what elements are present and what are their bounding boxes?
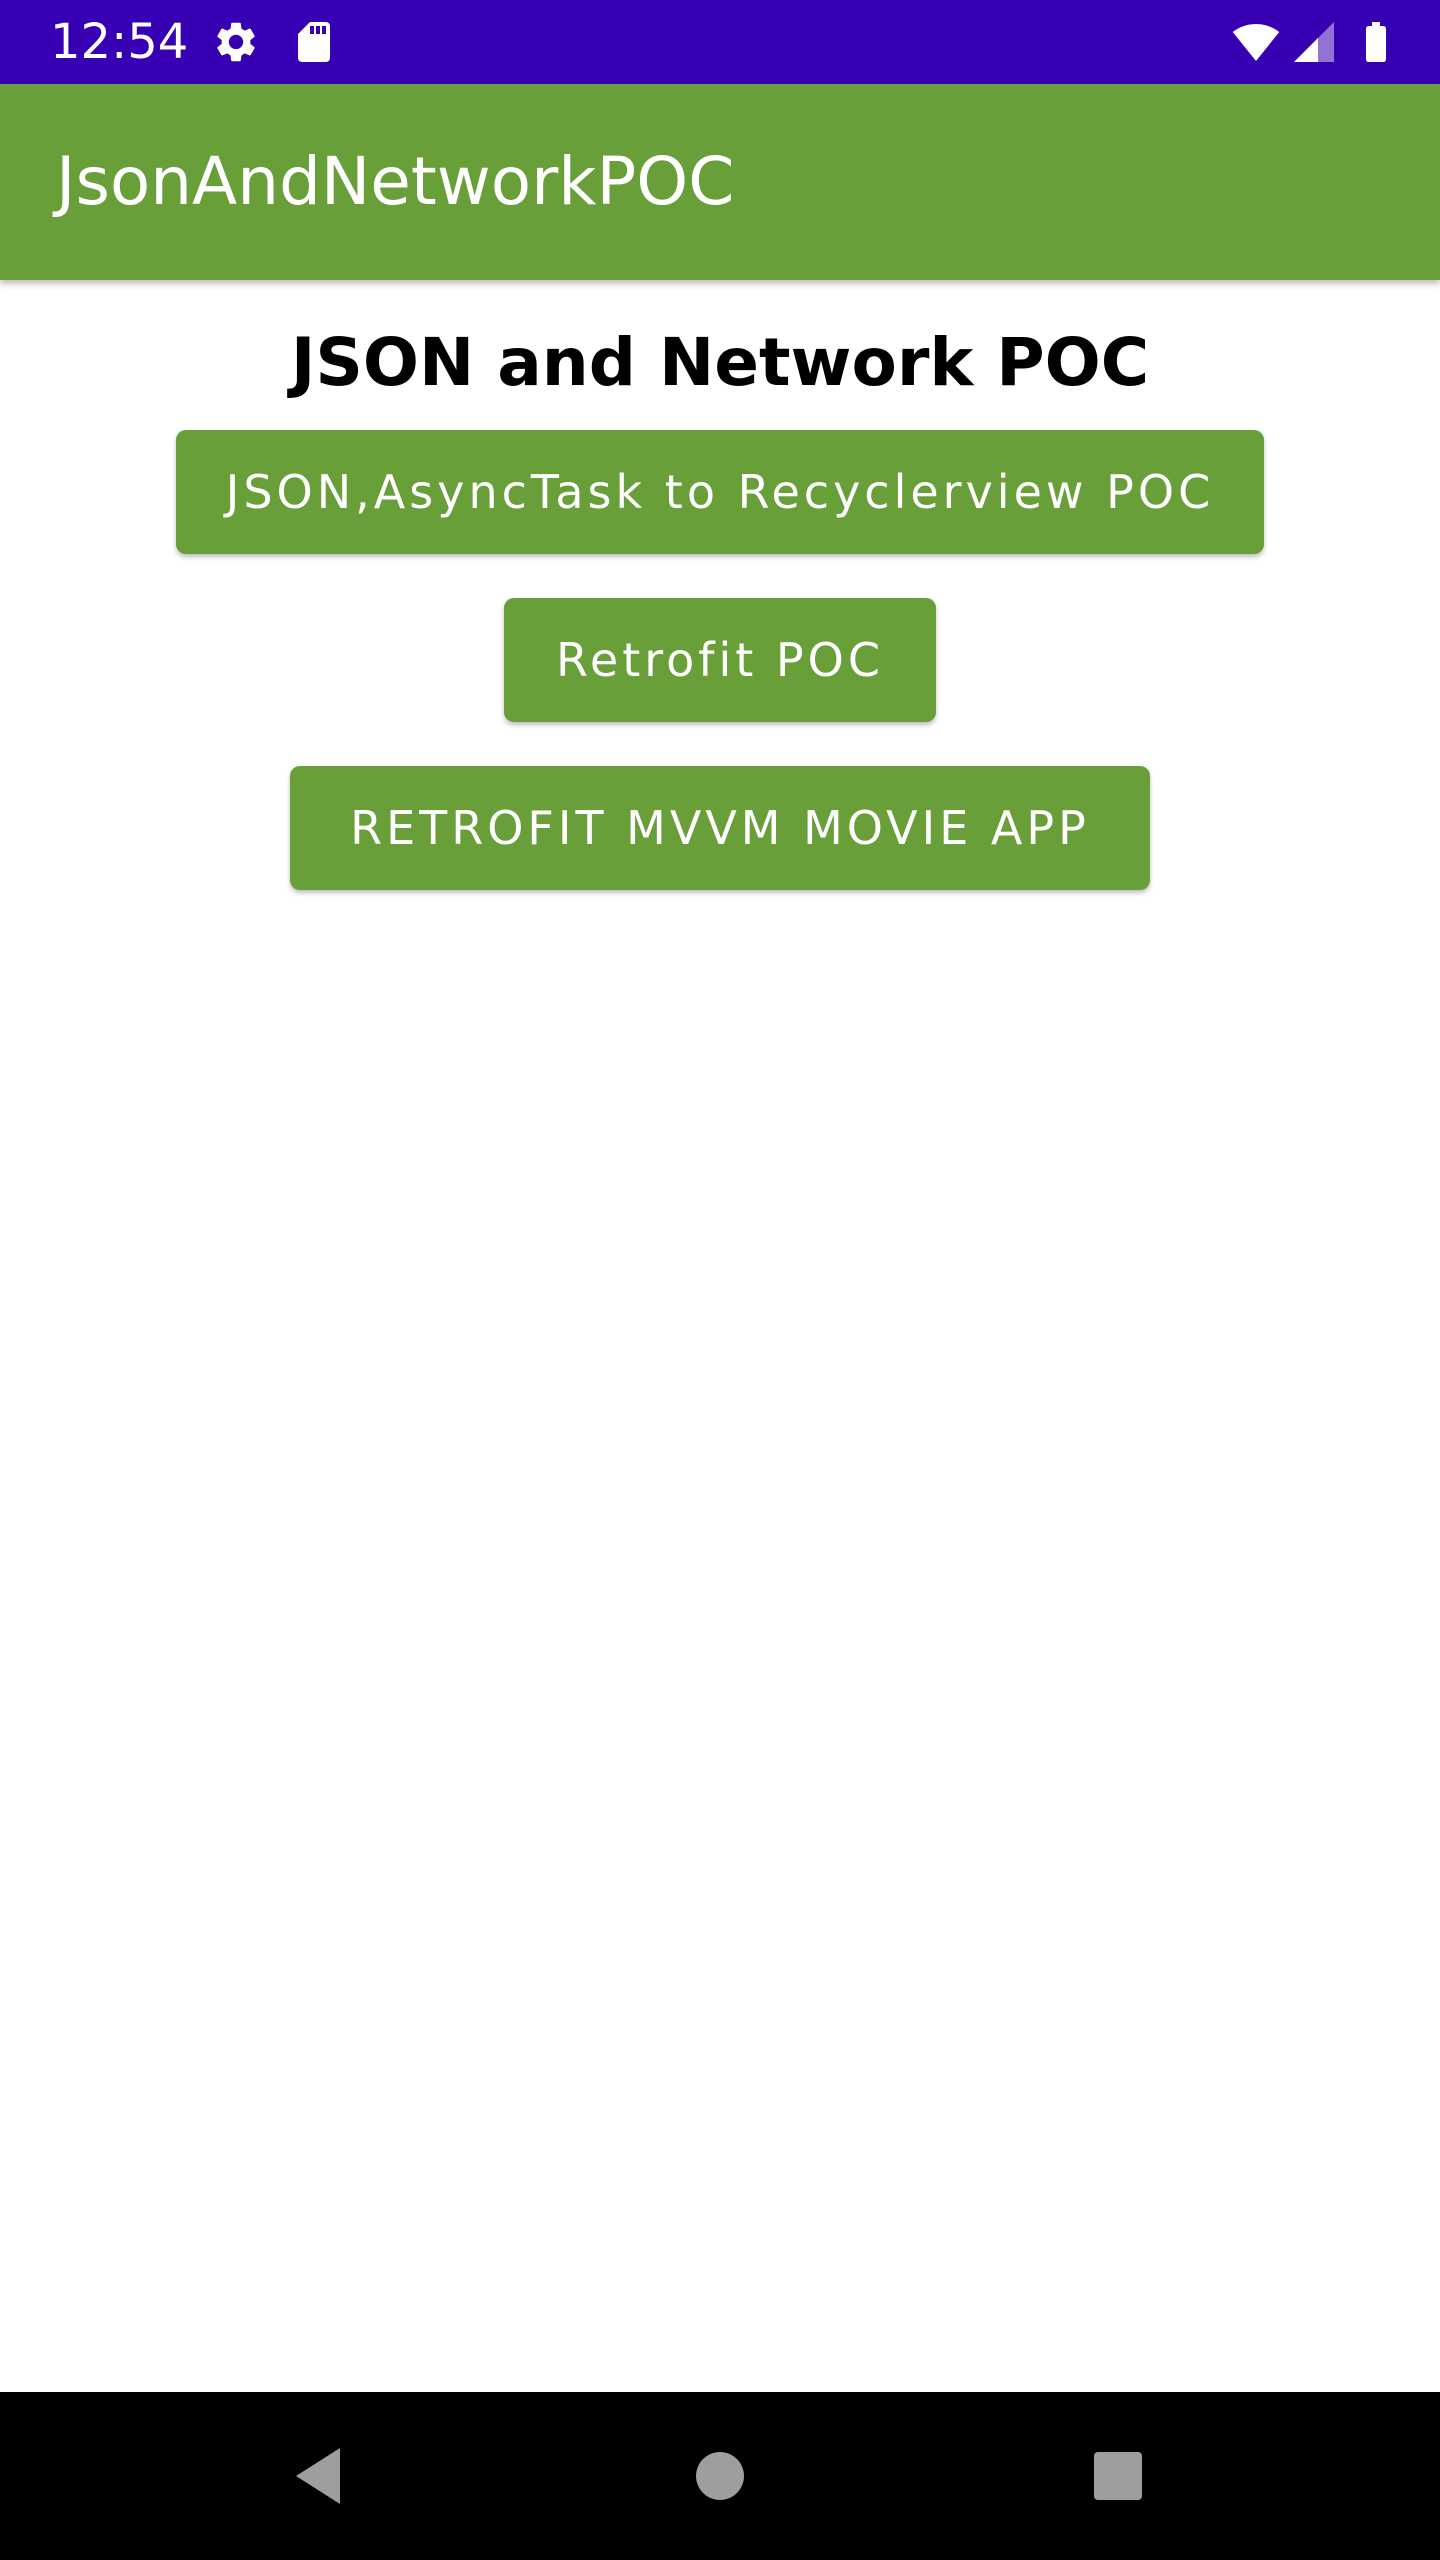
navigation-bar: [0, 2392, 1440, 2560]
page-heading: JSON and Network POC: [290, 324, 1150, 401]
battery-icon: [1366, 22, 1386, 62]
retrofit-mvvm-movie-app-button-label: RETROFIT MVVM MOVIE APP: [350, 801, 1090, 855]
retrofit-poc-button-label: Retrofit POC: [556, 633, 884, 687]
json-asynctask-recyclerview-button[interactable]: JSON,AsyncTask to Recyclerview POC: [176, 430, 1264, 554]
back-icon[interactable]: [280, 2436, 360, 2516]
status-time: 12:54: [50, 14, 189, 70]
json-asynctask-recyclerview-button-label: JSON,AsyncTask to Recyclerview POC: [225, 465, 1215, 519]
status-bar: 12:54: [0, 0, 1440, 84]
retrofit-mvvm-movie-app-button[interactable]: RETROFIT MVVM MOVIE APP: [290, 766, 1150, 890]
app-title: JsonAndNetworkPOC: [56, 143, 735, 220]
app-bar: JsonAndNetworkPOC: [0, 84, 1440, 280]
home-icon[interactable]: [680, 2436, 760, 2516]
gear-icon: [217, 22, 255, 62]
signal-icon: [1294, 22, 1334, 62]
recents-icon[interactable]: [1078, 2436, 1158, 2516]
sd-card-icon: [298, 22, 330, 62]
wifi-icon: [1232, 24, 1280, 61]
retrofit-poc-button[interactable]: Retrofit POC: [504, 598, 936, 722]
screen: 12:54 JsonAndNetworkPOC JSON and Network…: [0, 0, 1440, 2560]
